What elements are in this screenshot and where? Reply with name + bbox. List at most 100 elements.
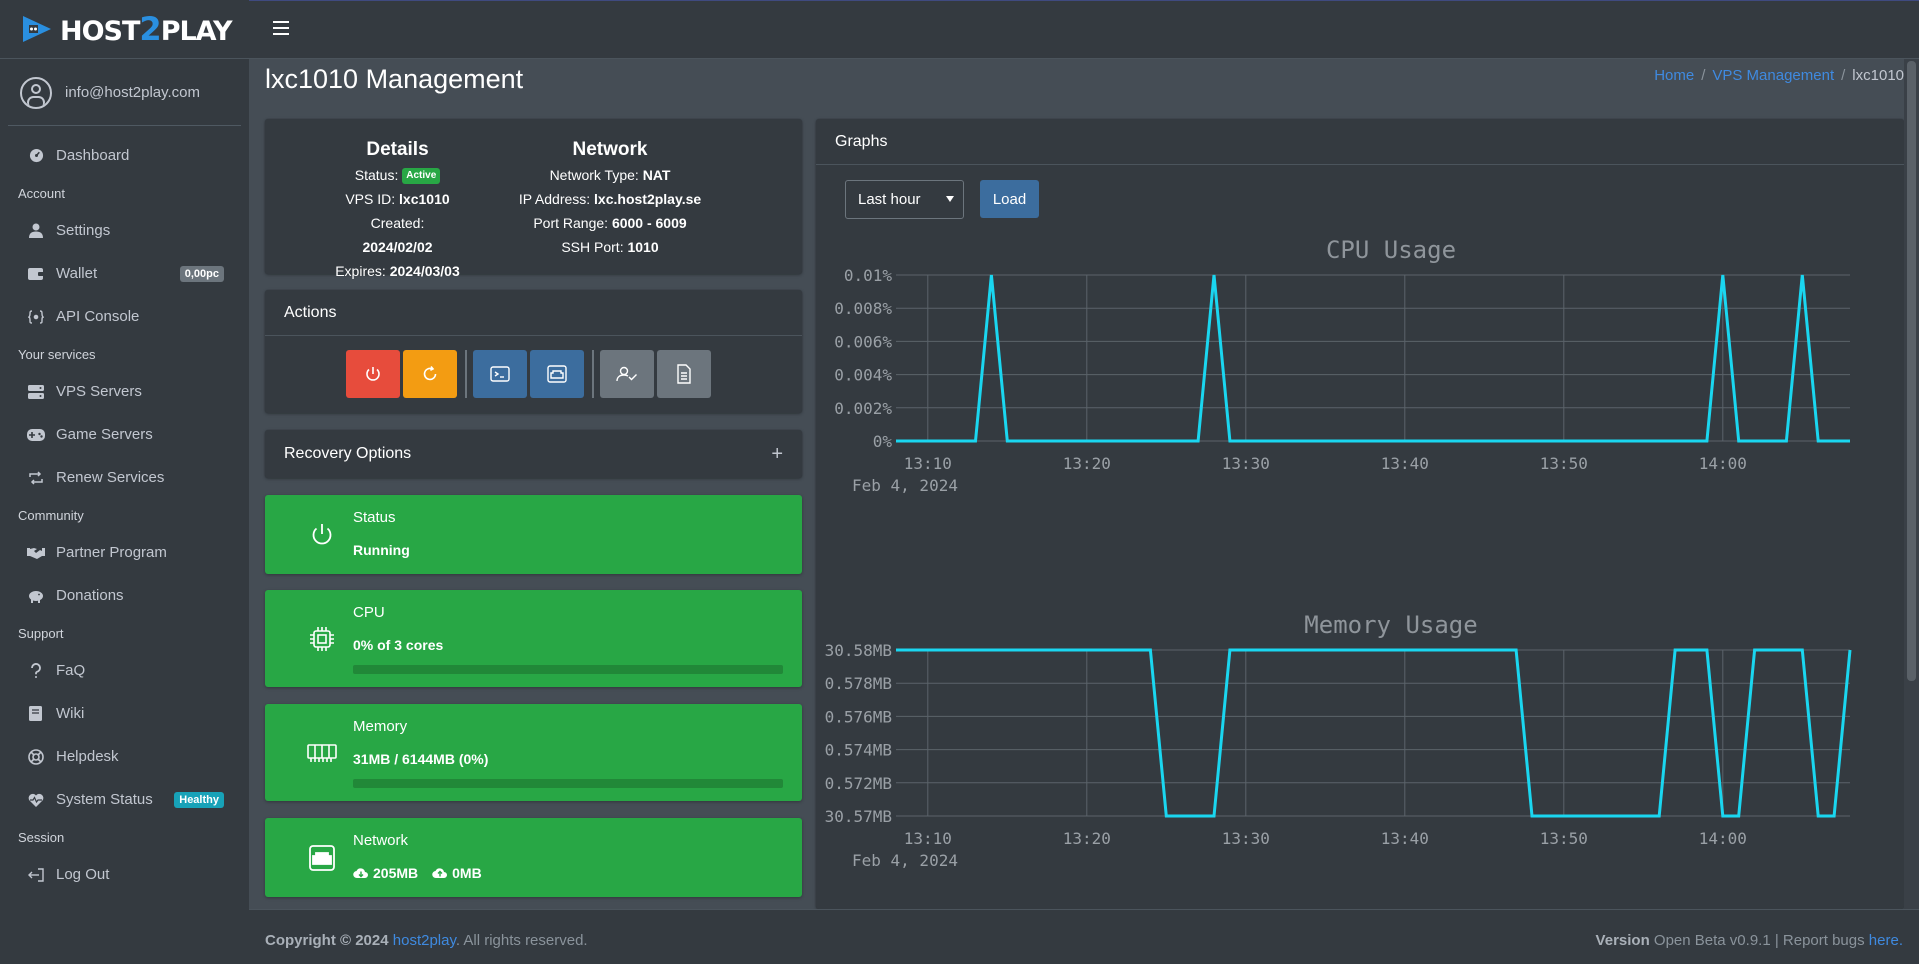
sidebar-item-label: FaQ (56, 662, 86, 679)
network-button[interactable] (530, 350, 584, 398)
graphs-card: Graphs Last hour Load CPU Usage 0% 0.002% 0… (816, 119, 1904, 909)
brand-logo[interactable]: HOST2PLAY (0, 0, 249, 59)
sidebar-badge: 0,00pc (179, 265, 224, 282)
piggy-bank-icon (26, 586, 46, 606)
x-tick-label: 13:30 (1222, 454, 1270, 473)
menu-toggle-icon[interactable] (273, 21, 289, 35)
status-value: Running (353, 542, 410, 558)
gamepad-icon (26, 425, 46, 445)
cpu-title: CPU (353, 604, 385, 621)
time-range-select[interactable]: Last hour (845, 180, 964, 219)
sidebar-item-label: Partner Program (56, 544, 167, 561)
renew-icon (26, 468, 46, 488)
user-email: info@host2play.com (65, 84, 201, 101)
sidebar-item-system-status[interactable]: System Status Healthy (0, 778, 249, 821)
x-tick-label: 14:00 (1699, 829, 1747, 848)
details-heading: Details (366, 139, 429, 160)
cpu-info-box: CPU 0% of 3 cores (265, 590, 802, 687)
memory-usage-chart: Memory Usage 30.57MB 0.572MB 0.574MB 0.576MB… (825, 611, 1852, 870)
x-tick-label: 13:30 (1222, 829, 1270, 848)
network-type-value: NAT (642, 167, 671, 183)
handshake-icon (26, 543, 46, 563)
cloud-download-icon (353, 868, 368, 879)
chart-title: CPU Usage (1326, 236, 1456, 264)
sidebar: HOST2PLAY info@host2play.com Dashboard Ac… (0, 0, 249, 964)
sidebar-item-label: API Console (56, 308, 140, 325)
breadcrumb: Home / VPS Management / lxc1010 (1654, 67, 1904, 84)
sidebar-item-helpdesk[interactable]: Helpdesk (0, 735, 249, 778)
expand-plus-icon[interactable]: + (771, 443, 783, 466)
sidebar-item-faq[interactable]: FaQ (0, 649, 249, 692)
actions-title: Actions (265, 290, 802, 336)
nav-section-header: Community (18, 507, 84, 523)
sidebar-item-wallet[interactable]: Wallet 0,00pc (0, 252, 249, 295)
sidebar-nav: Dashboard Account Settings Wallet 0,00pc API … (0, 126, 249, 896)
sidebar-item-vps-servers[interactable]: VPS Servers (0, 370, 249, 413)
user-panel[interactable]: info@host2play.com (8, 60, 241, 126)
recovery-title: Recovery Options (284, 445, 412, 462)
dashboard-icon (26, 146, 46, 166)
network-tx-value: 0MB (452, 865, 482, 881)
restart-button[interactable] (403, 350, 457, 398)
breadcrumb-home[interactable]: Home (1654, 67, 1694, 84)
nav-section-header: Account (18, 185, 65, 201)
sidebar-item-partner-program[interactable]: Partner Program (0, 531, 249, 574)
cpu-value: 0% of 3 cores (353, 637, 444, 653)
network-column: Network Network Type: NAT IP Address: lx… (505, 137, 715, 259)
sidebar-item-game-servers[interactable]: Game Servers (0, 413, 249, 456)
sidebar-item-label: Wallet (56, 265, 98, 282)
y-tick-label: 0.572MB (825, 774, 892, 793)
power-button[interactable] (346, 350, 400, 398)
sidebar-item-renew-services[interactable]: Renew Services (0, 456, 249, 499)
sidebar-item-api-console[interactable]: API Console (0, 295, 249, 338)
sidebar-item-label: Settings (56, 222, 111, 239)
series-line (896, 648, 1852, 818)
sidebar-item-wiki[interactable]: Wiki (0, 692, 249, 735)
nav-section-header: Support (18, 625, 64, 641)
breadcrumb-vps-management[interactable]: VPS Management (1712, 67, 1834, 84)
footer: Copyright © 2024 host2play. All rights r… (249, 909, 1919, 964)
memory-value: 31MB / 6144MB (0%) (353, 751, 489, 767)
user-avatar-icon (20, 76, 52, 109)
sidebar-item-donations[interactable]: Donations (0, 574, 249, 617)
chart-title: Memory Usage (1304, 611, 1477, 639)
sidebar-item-log-out[interactable]: Log Out (0, 853, 249, 896)
load-button[interactable]: Load (980, 180, 1039, 218)
vps-id-value: lxc1010 (399, 191, 450, 207)
page-title: lxc1010 Management (265, 64, 524, 94)
power-icon (287, 495, 357, 574)
sidebar-item-settings[interactable]: Settings (0, 209, 249, 252)
sidebar-item-dashboard[interactable]: Dashboard (0, 134, 249, 177)
action-divider (592, 350, 594, 398)
series-line (896, 274, 1850, 443)
chevron-down-icon (946, 196, 954, 202)
x-tick-label: 13:20 (1063, 829, 1111, 848)
report-bugs-link[interactable]: here. (1869, 932, 1903, 949)
y-tick-label: 30.58MB (825, 641, 892, 660)
page-scrollbar[interactable] (1904, 59, 1919, 909)
user-check-icon (616, 366, 637, 382)
question-icon (26, 661, 46, 681)
user-access-button[interactable] (600, 350, 654, 398)
x-tick-label: 14:00 (1699, 454, 1747, 473)
network-rx-value: 205MB (373, 865, 419, 881)
status-info-box: Status Running (265, 495, 802, 574)
recovery-options-card[interactable]: Recovery Options + (265, 430, 802, 478)
cpu-usage-chart: CPU Usage 0% 0.002% 0.004% 0.006% 0.008% 0.01%… (834, 236, 1850, 495)
actions-card: Actions (265, 290, 802, 413)
network-traffic: 205MB 0MB (353, 865, 482, 881)
book-icon (26, 704, 46, 724)
footer-version: Version Open Beta v0.9.1 | Report bugs h… (1595, 932, 1903, 949)
logs-button[interactable] (657, 350, 711, 398)
ethernet-icon (547, 365, 567, 383)
memory-progress-bar (353, 779, 783, 788)
ethernet-icon (287, 818, 357, 897)
network-info-box: Network 205MB 0MB (265, 818, 802, 897)
console-button[interactable] (473, 350, 527, 398)
memory-title: Memory (353, 718, 408, 735)
memory-icon (287, 704, 357, 801)
x-tick-label: 13:10 (904, 829, 952, 848)
footer-brand-link[interactable]: host2play (393, 932, 456, 949)
sidebar-item-label: Game Servers (56, 426, 153, 443)
cpu-progress-bar (353, 665, 783, 674)
